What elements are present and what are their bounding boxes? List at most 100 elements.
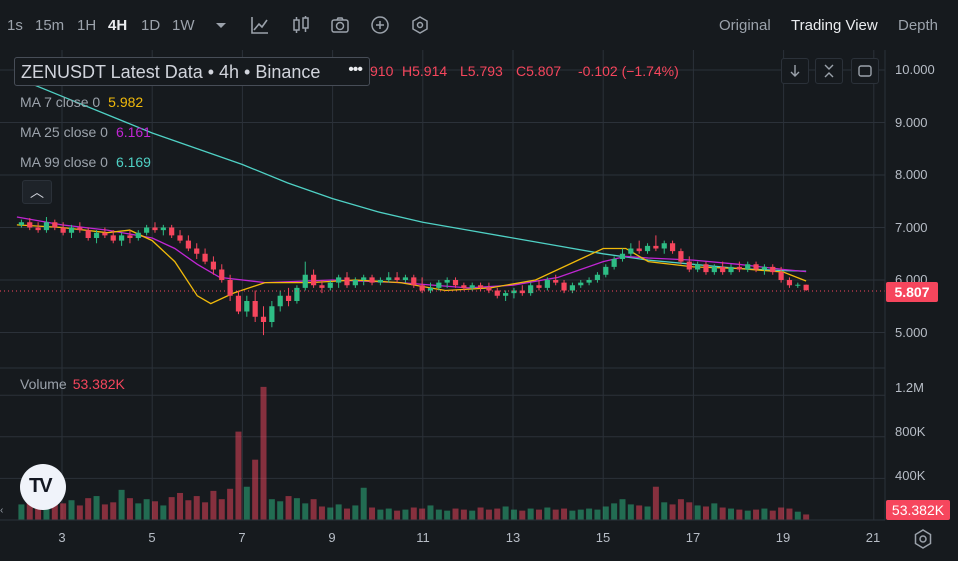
volume-bar [728, 508, 735, 520]
volume-bar [118, 489, 125, 520]
volume-bar [60, 503, 67, 520]
candle-body [711, 266, 717, 273]
volume-bar [594, 509, 601, 520]
candle-body [269, 306, 275, 322]
volume-bar [477, 507, 484, 520]
volume-bar [686, 502, 693, 520]
volume-bar [285, 496, 292, 520]
chart-toolbar: 1s 15m 1H 4H 1D 1W Original Trading View… [0, 0, 958, 50]
candle-body [18, 222, 25, 225]
fullscreen-button[interactable] [851, 58, 879, 84]
timeframe-dropdown-icon[interactable] [210, 14, 232, 36]
volume-bar [252, 459, 259, 520]
candle-body [678, 251, 684, 262]
volume-bar [218, 499, 225, 520]
indicator-icon[interactable] [249, 14, 271, 36]
price-tick: 10.000 [895, 62, 935, 77]
tab-original[interactable]: Original [719, 17, 771, 34]
settings-hex-icon[interactable] [409, 14, 431, 36]
candle-body [27, 222, 33, 228]
volume-bar [502, 506, 509, 520]
collapse-legend-button[interactable]: ︿ [22, 180, 52, 204]
chart-grid [0, 50, 885, 520]
timeframe-1s[interactable]: 1s [7, 17, 23, 34]
timeframe-1h[interactable]: 1H [77, 17, 96, 34]
chart-settings-icon[interactable] [910, 526, 936, 552]
volume-bar [786, 508, 793, 520]
volume-bar [611, 503, 618, 520]
volume-bar [93, 496, 100, 520]
tab-trading-view[interactable]: Trading View [791, 17, 878, 34]
volume-bar [644, 506, 651, 520]
ma99-value: 6.169 [115, 154, 151, 170]
candle-body [419, 285, 425, 291]
price-tick: 9.000 [895, 115, 928, 130]
volume-bar [235, 431, 242, 520]
volume-bar [694, 505, 701, 520]
candle-body [277, 295, 283, 307]
time-tick: 11 [416, 530, 430, 545]
volume-bar [410, 507, 417, 520]
timeframe-1w[interactable]: 1W [172, 17, 195, 34]
ma25-label: MA 25 close 0 [20, 124, 108, 140]
volume-bar [402, 509, 409, 520]
collapse-pane-button[interactable] [815, 58, 843, 84]
volume-bar [444, 510, 451, 520]
volume-bar [510, 509, 517, 520]
timeframe-4h[interactable]: 4H [108, 17, 127, 34]
price-tick: 7.000 [895, 220, 928, 235]
more-icon[interactable]: ••• [348, 61, 363, 79]
volume-bar [636, 505, 643, 520]
candle-body [260, 316, 267, 322]
volume-bar [227, 488, 234, 520]
candle-body [786, 280, 793, 286]
price-tick: 8.000 [895, 167, 928, 182]
volume-bar [753, 509, 760, 520]
candle-body [35, 227, 41, 231]
volume-bar [669, 504, 676, 520]
candle-body [85, 230, 91, 238]
candle-style-icon[interactable] [290, 14, 312, 36]
timeframe-15m[interactable]: 15m [35, 17, 64, 34]
scroll-left-icon[interactable]: ‹ [0, 505, 3, 516]
volume-bar [485, 509, 492, 520]
tradingview-logo[interactable]: TV [20, 464, 66, 510]
timeframe-1d[interactable]: 1D [141, 17, 160, 34]
volume-legend: Volume 53.382K [20, 376, 125, 392]
tab-depth[interactable]: Depth [898, 17, 938, 34]
volume-bar [719, 507, 726, 520]
candle-body [528, 285, 534, 294]
volume-bar [360, 487, 367, 520]
volume-bar [761, 508, 768, 520]
candle-body [653, 245, 659, 249]
add-icon[interactable] [369, 14, 391, 36]
time-tick: 15 [595, 530, 611, 545]
symbol-legend[interactable]: ZENUSDT Latest Data • 4h • Binance ••• [14, 57, 370, 86]
volume-bar [85, 498, 92, 520]
candle-body [319, 285, 325, 288]
volume-bar [561, 508, 568, 520]
candle-body [569, 285, 575, 291]
volume-bar [143, 499, 150, 520]
volume-bar [302, 503, 309, 520]
camera-icon[interactable] [329, 14, 351, 36]
candle-body [93, 232, 100, 238]
volume-bar [736, 509, 743, 520]
ma25-value: 6.161 [115, 124, 151, 140]
volume-bar [435, 509, 442, 520]
volume-bar [110, 502, 117, 520]
volume-bar [335, 504, 342, 520]
download-button[interactable] [781, 58, 809, 84]
candle-body [603, 266, 609, 275]
candle-body [745, 264, 751, 270]
candle-body [194, 248, 200, 254]
volume-bar [536, 509, 543, 520]
time-tick: 19 [775, 530, 791, 545]
volume-bar [135, 503, 142, 520]
candle-body [494, 290, 500, 296]
candle-body [544, 280, 550, 288]
candle-body [661, 243, 667, 249]
candle-body [302, 274, 308, 288]
volume-bar [619, 499, 626, 520]
time-tick: 21 [865, 530, 881, 545]
